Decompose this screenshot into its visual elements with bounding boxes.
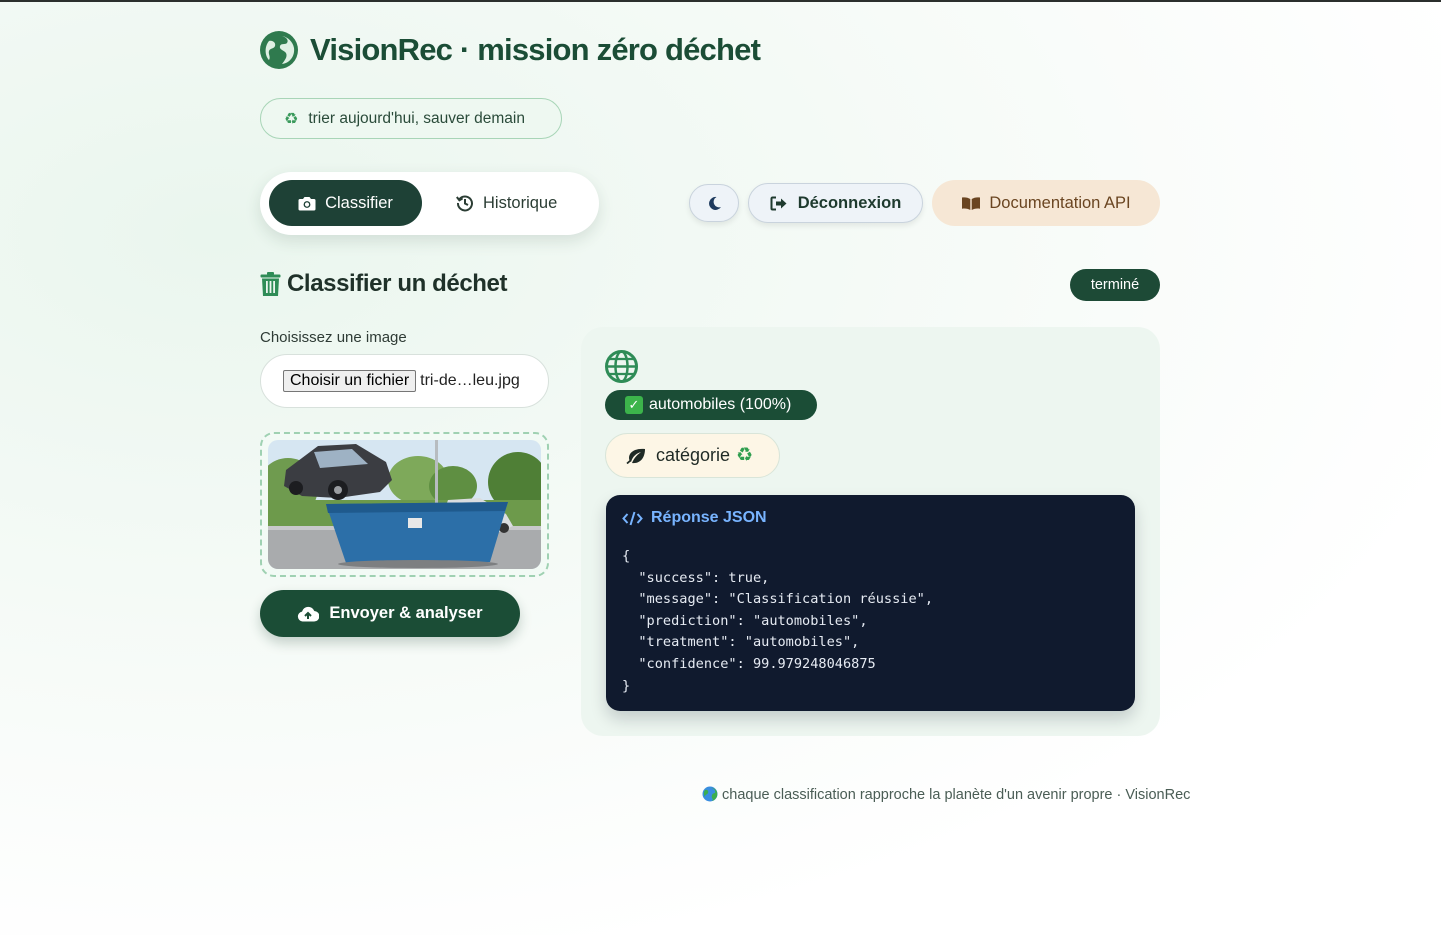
trash-icon — [260, 271, 281, 296]
json-line: "message": "Classification réussie", — [622, 591, 933, 608]
globe-grid-icon — [605, 350, 638, 383]
app-container: VisionRec · mission zéro déchet ♻ trier … — [260, 0, 1190, 935]
app-header: VisionRec · mission zéro déchet — [260, 31, 761, 69]
footer: chaque classification rapproche la planè… — [702, 786, 1190, 803]
main-tabs: Classifier Historique — [260, 172, 599, 235]
logout-label: Déconnexion — [797, 193, 902, 212]
file-input-wrapper: Choisir un fichier tri-de…leu.jpg — [260, 354, 549, 408]
category-badge: catégorie ♻ — [605, 433, 780, 478]
result-card: ✓ automobiles (100%) catégorie ♻ Réponse… — [581, 327, 1160, 736]
tagline-badge: ♻ trier aujourd'hui, sauver demain — [260, 98, 562, 139]
json-line: "treatment": "automobiles", — [622, 634, 860, 651]
category-label: catégorie — [656, 445, 731, 465]
check-icon: ✓ — [625, 396, 643, 414]
json-line: "prediction": "automobiles", — [622, 612, 868, 629]
tab-label: Classifier — [325, 193, 393, 212]
camera-icon — [298, 196, 316, 210]
app-title: VisionRec · mission zéro déchet — [310, 32, 761, 67]
send-analyze-label: Envoyer & analyser — [329, 604, 483, 622]
json-line: { — [622, 548, 631, 564]
tab-historique[interactable]: Historique — [456, 180, 576, 226]
json-code-block: { "success": true, "message": "Classific… — [622, 546, 933, 697]
preview-image — [268, 440, 541, 569]
prediction-badge: ✓ automobiles (100%) — [605, 390, 817, 420]
image-preview — [260, 432, 549, 577]
send-analyze-button[interactable]: Envoyer & analyser — [260, 590, 520, 637]
recycle-icon: ♻ — [736, 445, 754, 466]
json-line: } — [622, 677, 631, 694]
moon-icon — [708, 196, 721, 210]
prediction-label: automobiles (100%) — [649, 396, 792, 413]
sign-out-icon — [770, 196, 787, 210]
json-panel-title: Réponse JSON — [651, 509, 767, 526]
api-docs-button[interactable]: Documentation API — [932, 180, 1160, 226]
json-panel-header: Réponse JSON — [622, 509, 767, 527]
section-title: Classifier un déchet — [287, 270, 508, 297]
history-icon — [456, 195, 473, 212]
section-header: Classifier un déchet — [260, 270, 507, 298]
logout-button[interactable]: Déconnexion — [748, 183, 923, 223]
status-badge: terminé — [1070, 269, 1160, 301]
json-line: "success": true, — [622, 569, 770, 586]
choose-file-button[interactable]: Choisir un fichier — [283, 370, 417, 392]
cloud-upload-icon — [298, 606, 320, 622]
leaf-icon — [626, 448, 645, 464]
tab-classifier[interactable]: Classifier — [269, 180, 422, 226]
book-open-icon — [962, 196, 981, 210]
tab-label: Historique — [483, 193, 558, 212]
json-line: "confidence": 99.979248046875 — [622, 655, 876, 672]
tagline-text: trier aujourd'hui, sauver demain — [308, 109, 525, 127]
code-icon — [622, 511, 643, 525]
earth-icon — [702, 786, 718, 802]
selected-file-name: tri-de…leu.jpg — [420, 372, 520, 389]
globe-icon — [260, 31, 298, 69]
footer-text: chaque classification rapproche la planè… — [722, 787, 1191, 803]
recycle-icon: ♻ — [284, 110, 299, 128]
upload-label: Choisissez une image — [260, 329, 407, 346]
theme-toggle-button[interactable] — [689, 184, 739, 222]
api-docs-label: Documentation API — [989, 193, 1131, 212]
json-response-panel: Réponse JSON { "success": true, "message… — [606, 495, 1135, 711]
